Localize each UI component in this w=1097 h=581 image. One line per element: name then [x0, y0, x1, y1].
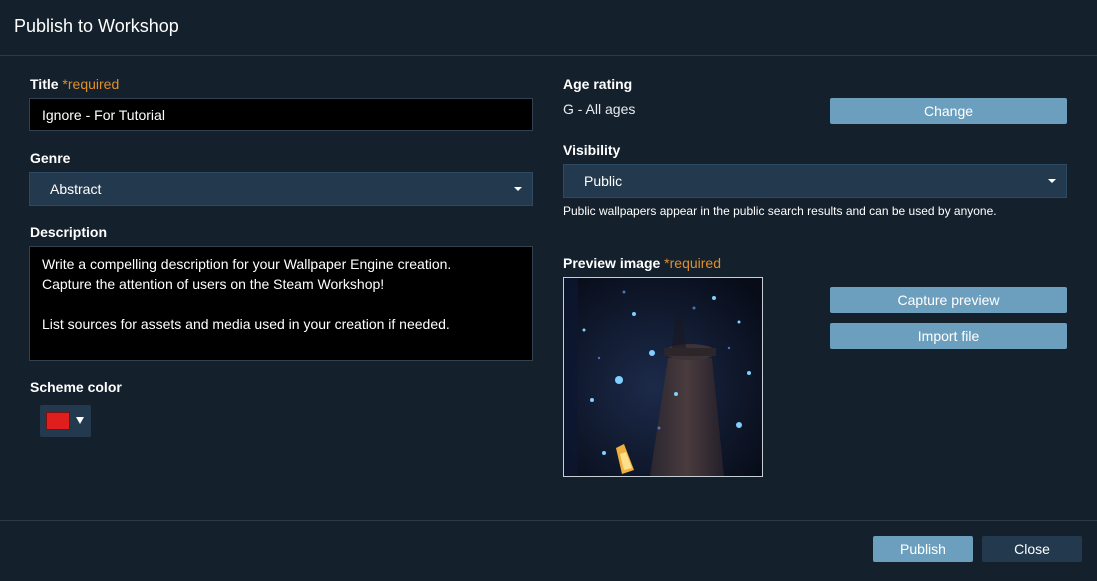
scheme-color-picker[interactable] — [40, 405, 91, 437]
caret-down-icon — [76, 417, 84, 424]
import-file-button[interactable]: Import file — [830, 323, 1067, 349]
title-label-text: Title — [30, 76, 59, 92]
genre-select-value: Abstract — [50, 181, 102, 197]
description-label: Description — [30, 224, 108, 240]
preview-required-marker: *required — [664, 255, 721, 271]
genre-label: Genre — [30, 150, 71, 166]
visibility-label: Visibility — [563, 142, 621, 158]
publish-dialog: Publish to Workshop Title *required Genr… — [0, 0, 1097, 581]
preview-image-label: Preview image *required — [563, 255, 721, 271]
visibility-select[interactable]: Public — [563, 164, 1067, 198]
age-rating-label: Age rating — [563, 76, 633, 92]
age-rating-value: G - All ages — [563, 101, 636, 117]
capture-preview-button[interactable]: Capture preview — [830, 287, 1067, 313]
preview-image-label-text: Preview image — [563, 255, 661, 271]
publish-button[interactable]: Publish — [873, 536, 973, 562]
title-required-marker: *required — [62, 76, 120, 92]
chevron-down-icon — [514, 187, 522, 191]
dialog-title: Publish to Workshop — [14, 16, 179, 36]
visibility-select-value: Public — [584, 173, 623, 189]
color-swatch — [46, 412, 70, 430]
footer-divider — [0, 520, 1097, 521]
preview-image — [563, 277, 763, 477]
change-age-rating-button[interactable]: Change — [830, 98, 1067, 124]
description-textarea[interactable]: Write a compelling description for your … — [29, 246, 533, 361]
title-input[interactable] — [29, 98, 533, 131]
preview-image-graphic — [564, 278, 762, 476]
scheme-color-label: Scheme color — [30, 379, 122, 395]
genre-select[interactable]: Abstract — [29, 172, 533, 206]
chevron-down-icon — [1048, 179, 1056, 183]
visibility-hint: Public wallpapers appear in the public s… — [563, 204, 997, 218]
title-label: Title *required — [30, 76, 119, 92]
dialog-titlebar: Publish to Workshop — [0, 0, 1097, 56]
close-button[interactable]: Close — [982, 536, 1082, 562]
